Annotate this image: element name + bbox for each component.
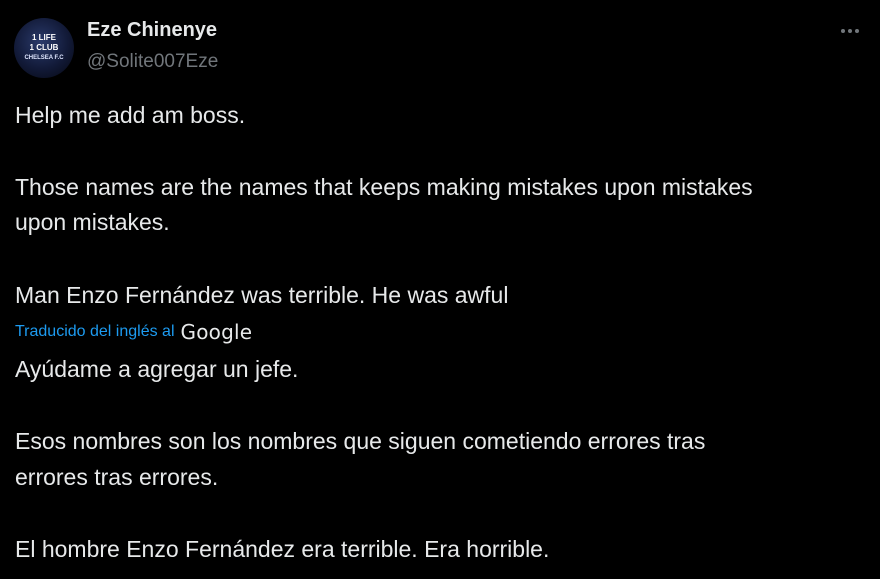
translated-by-link[interactable]: Traducido del inglés al Google xyxy=(15,319,252,345)
tweet-translated-line-4: El hombre Enzo Fernández era terrible. E… xyxy=(15,536,550,562)
avatar[interactable]: 1 LIFE 1 CLUB CHELSEA F.C xyxy=(14,18,74,78)
tweet-original-line-3: upon mistakes. xyxy=(15,209,170,235)
tweet-translated-line-3: errores tras errores. xyxy=(15,464,219,490)
tweet-translated-line-2: Esos nombres son los nombres que siguen … xyxy=(15,428,706,454)
tweet-translated-line-1: Ayúdame a agregar un jefe. xyxy=(15,356,299,382)
author-handle[interactable]: @Solite007Eze xyxy=(87,51,218,73)
avatar-text-line-1: 1 LIFE xyxy=(32,33,57,42)
tweet-original-line-1: Help me add am boss. xyxy=(15,102,246,128)
more-horizontal-icon xyxy=(841,29,859,33)
author-name[interactable]: Eze Chinenye xyxy=(87,19,217,42)
tweet-original-line-4: Man Enzo Fernández was terrible. He was … xyxy=(15,282,509,308)
google-logo: Google xyxy=(180,320,253,344)
avatar-text-line-2: 1 CLUB xyxy=(30,43,59,52)
avatar-text-line-3: CHELSEA F.C xyxy=(24,55,64,61)
tweet-original-line-2: Those names are the names that keeps mak… xyxy=(15,174,753,200)
more-options-button[interactable] xyxy=(832,18,868,46)
avatar-image: 1 LIFE 1 CLUB CHELSEA F.C xyxy=(24,33,64,61)
tweet: 1 LIFE 1 CLUB CHELSEA F.C Eze Chinenye @… xyxy=(0,0,880,579)
translated-by-label: Traducido del inglés al xyxy=(15,323,175,340)
